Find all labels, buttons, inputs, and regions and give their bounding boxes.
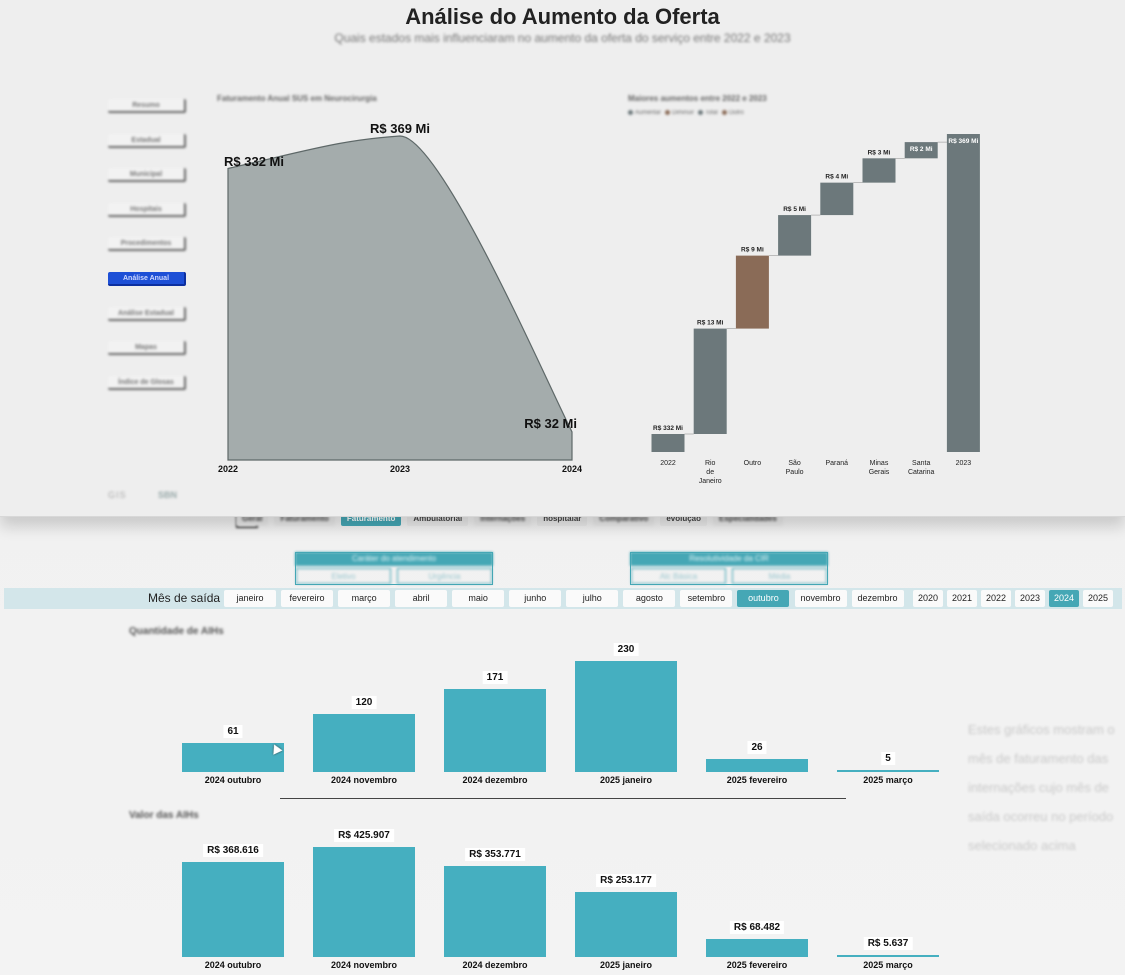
bar-category-label: 2024 dezembro <box>462 775 528 785</box>
bar-category-label: 2025 março <box>863 960 913 970</box>
bar-data-label: 120 <box>351 696 377 710</box>
waterfall-data-label: R$ 332 Mi <box>653 425 683 432</box>
waterfall-bar[interactable] <box>862 158 896 183</box>
waterfall-x-tick: Janeiro <box>699 478 722 485</box>
month-button-abril[interactable]: abril <box>395 590 448 607</box>
waterfall-x-tick: São <box>788 460 801 467</box>
waterfall-x-tick: Minas <box>870 460 889 467</box>
bar-data-label: 5 <box>881 751 895 765</box>
waterfall-data-label: R$ 5 Mi <box>783 206 806 213</box>
waterfall-data-label: R$ 3 Mi <box>868 149 891 156</box>
filter-option-media[interactable]: Média <box>732 568 827 584</box>
waterfall-data-label: R$ 4 Mi <box>825 174 848 181</box>
sbn-logo: SBN <box>158 490 178 500</box>
analysis-panel: Análise do Aumento da Oferta Quais estad… <box>0 0 1125 517</box>
waterfall-data-label: R$ 2 Mi <box>910 146 933 153</box>
bar-data-label: 61 <box>223 724 243 738</box>
waterfall-bar[interactable] <box>778 215 812 256</box>
waterfall-data-label: R$ 9 Mi <box>741 247 764 254</box>
bar[interactable] <box>313 847 415 957</box>
bar[interactable] <box>706 759 808 772</box>
month-button-setembro[interactable]: setembro <box>680 590 733 607</box>
filter-option-eletivo[interactable]: Eletivo <box>296 568 391 584</box>
waterfall-bar[interactable] <box>651 434 685 452</box>
waterfall-bar[interactable] <box>735 255 769 329</box>
bar-category-label: 2025 março <box>863 775 913 785</box>
bar-data-label: 26 <box>747 741 767 755</box>
bar-category-label: 2025 janeiro <box>599 960 653 970</box>
bar-data-label: 230 <box>613 643 639 656</box>
chart-title-quantidade: Quantidade de AIHs <box>129 626 224 637</box>
year-button-2021[interactable]: 2021 <box>947 590 977 607</box>
month-button-outubro[interactable]: outubro <box>737 590 790 607</box>
year-button-2023[interactable]: 2023 <box>1015 590 1045 607</box>
waterfall-x-tick: Santa <box>912 460 930 467</box>
waterfall-x-tick: 2022 <box>660 460 676 467</box>
month-button-julho[interactable]: julho <box>566 590 619 607</box>
waterfall-x-tick: Paulo <box>786 469 804 476</box>
bar-data-label: R$ 253.177 <box>596 873 656 887</box>
bar-category-label: 2024 novembro <box>330 960 398 970</box>
waterfall-x-tick: Outro <box>744 460 762 467</box>
chart-title-valor: Valor das AIHs <box>129 810 199 821</box>
bar-data-label: 171 <box>482 671 508 685</box>
bar[interactable] <box>444 689 546 772</box>
filter-option-urgencia[interactable]: Urgência <box>397 568 492 584</box>
year-button-2024[interactable]: 2024 <box>1049 590 1079 607</box>
bar[interactable] <box>182 861 284 957</box>
year-button-2020[interactable]: 2020 <box>913 590 943 607</box>
bar-data-label: R$ 353.771 <box>465 847 525 861</box>
bar[interactable] <box>837 769 939 772</box>
waterfall-bar[interactable] <box>693 328 727 434</box>
waterfall-x-tick: Rio <box>705 460 716 467</box>
bar[interactable] <box>575 661 677 772</box>
month-button-janeiro[interactable]: janeiro <box>224 590 276 607</box>
bar-data-label: R$ 425.907 <box>334 829 394 842</box>
bar-data-label: R$ 368.616 <box>203 843 263 857</box>
month-button-novembro[interactable]: novembro <box>794 590 847 607</box>
bar-category-label: 2025 fevereiro <box>726 775 788 785</box>
month-button-junho[interactable]: junho <box>509 590 562 607</box>
waterfall-x-tick: 2023 <box>956 460 972 467</box>
bar-category-label: 2025 fevereiro <box>726 960 788 970</box>
filter-option-alc-basica[interactable]: Alc Básica <box>631 568 726 584</box>
bar-data-label: R$ 5.637 <box>863 937 913 950</box>
screen: Geral Faturamento Faturamento Ambulatori… <box>0 0 1125 975</box>
waterfall-x-tick: de <box>706 469 714 476</box>
bar[interactable] <box>575 891 677 957</box>
year-button-2022[interactable]: 2022 <box>981 590 1011 607</box>
month-filter-label: Mês de saída <box>148 591 221 605</box>
month-button-dezembro[interactable]: dezembro <box>851 590 904 607</box>
month-button-maio[interactable]: maio <box>452 590 505 607</box>
bar-category-label: 2024 novembro <box>330 775 398 785</box>
waterfall-data-label: R$ 13 Mi <box>697 320 724 327</box>
gis-logo: GIS <box>108 490 127 500</box>
bar-category-label: 2024 outubro <box>204 775 262 785</box>
waterfall-x-tick: Paraná <box>826 460 849 467</box>
divider <box>280 798 846 799</box>
bar[interactable] <box>706 939 808 957</box>
bar[interactable] <box>444 865 546 957</box>
bar-category-label: 2024 outubro <box>204 960 262 970</box>
bar[interactable] <box>313 714 415 772</box>
bar-category-label: 2024 dezembro <box>462 960 528 970</box>
waterfall-data-label: R$ 369 Mi <box>948 138 978 145</box>
side-note: Estes gráficos mostram o mês de faturame… <box>968 722 1115 853</box>
waterfall-x-tick: Catarina <box>908 469 935 476</box>
waterfall-bar[interactable] <box>946 134 980 452</box>
waterfall-x-tick: Gerais <box>869 469 890 476</box>
bar[interactable] <box>182 742 284 772</box>
waterfall-chart: R$ 332 Mi 2022 R$ 13 Mi Rio de Janeiro R$ 9 Mi… <box>651 134 980 485</box>
month-button-agosto[interactable]: agosto <box>623 590 676 607</box>
month-button-março[interactable]: março <box>338 590 391 607</box>
month-button-fevereiro[interactable]: fevereiro <box>281 590 334 607</box>
bar-category-label: 2025 janeiro <box>599 775 653 785</box>
waterfall-bar[interactable] <box>820 182 854 216</box>
bar-data-label: R$ 68.482 <box>729 921 785 935</box>
year-button-2025[interactable]: 2025 <box>1083 590 1113 607</box>
bar[interactable] <box>837 955 939 957</box>
